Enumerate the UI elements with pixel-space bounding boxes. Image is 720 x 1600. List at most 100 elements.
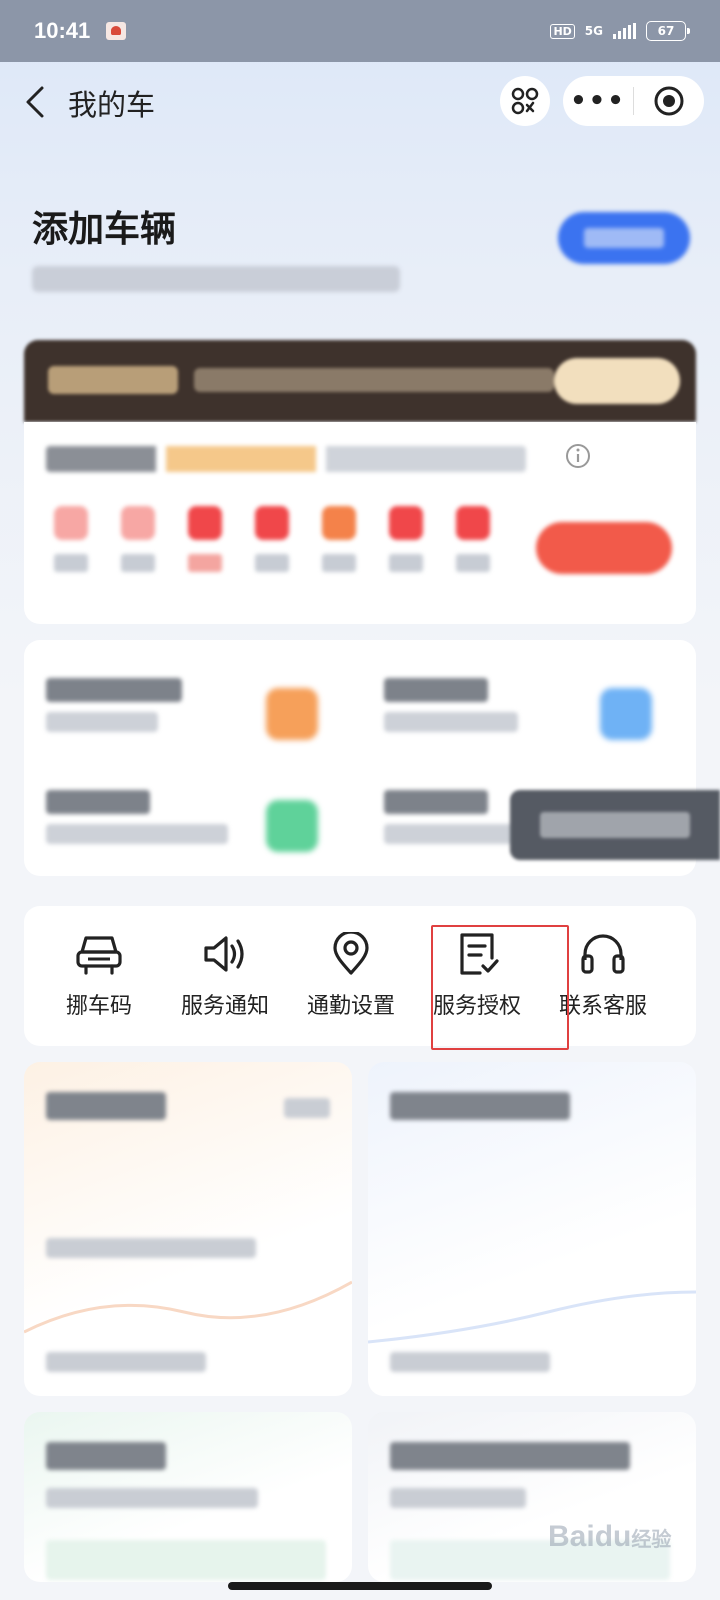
- signal-icon: [613, 23, 636, 39]
- day-label-blurred: [121, 554, 155, 572]
- fuel-price-card[interactable]: [24, 1062, 352, 1396]
- card-title-blurred: [390, 1442, 630, 1470]
- info-icon[interactable]: [564, 442, 592, 470]
- day-label-blurred: [456, 554, 490, 572]
- trend-wave-graphic: [24, 1280, 352, 1334]
- mini-program-capsule: •••: [563, 76, 704, 126]
- service-desc-blurred: [46, 712, 158, 732]
- status-time: 10:41: [34, 18, 91, 43]
- checkin-day: [322, 506, 356, 572]
- checkin-day: [456, 506, 490, 572]
- hd-badge: HD: [550, 23, 575, 39]
- add-vehicle-button[interactable]: [558, 212, 690, 264]
- checkin-day: [188, 506, 222, 572]
- trend-wave-graphic: [368, 1290, 696, 1344]
- quick-actions-card: 挪车码 服务通知 通勤设置 服务授权 联系客服: [24, 906, 696, 1046]
- card-banner-blurred: [46, 1540, 326, 1580]
- day-label-blurred: [255, 554, 289, 572]
- card-desc-blurred: [46, 1488, 258, 1508]
- checkin-card: [24, 422, 696, 624]
- promo-card[interactable]: [24, 1412, 352, 1582]
- location-pin-icon: [333, 932, 369, 975]
- watermark-brand: Bai: [548, 1520, 595, 1553]
- add-vehicle-subtitle-blurred: [32, 266, 400, 292]
- card-title-blurred: [46, 1442, 166, 1470]
- card-link-blurred: [390, 1352, 550, 1372]
- car-icon: [76, 936, 122, 975]
- quick-action-label: 挪车码: [65, 994, 132, 1019]
- quick-action-commute-settings[interactable]: 通勤设置: [288, 906, 414, 1046]
- status-bar: 10:41 HD 5G 67: [0, 0, 720, 62]
- vip-text-blurred: [194, 368, 554, 392]
- gift-icon: [255, 506, 289, 540]
- highlight-box: [431, 925, 569, 1050]
- gift-icon: [54, 506, 88, 540]
- page-title: 我的车: [68, 88, 156, 122]
- battery-level: 67: [657, 24, 675, 38]
- gift-icon: [121, 506, 155, 540]
- card-desc-blurred: [390, 1488, 526, 1508]
- checkin-day: [255, 506, 289, 572]
- service-item[interactable]: [384, 678, 518, 732]
- card-title-blurred: [390, 1092, 570, 1120]
- notification-icon: [106, 22, 127, 40]
- card-info-blurred: [46, 1238, 256, 1258]
- quick-action-label: 联系客服: [558, 994, 647, 1019]
- gift-icon: [456, 506, 490, 540]
- scan-icon: [511, 87, 539, 115]
- quick-action-label: 服务通知: [180, 994, 269, 1019]
- card-title-blurred: [46, 1092, 166, 1120]
- card-tag-blurred: [284, 1098, 330, 1118]
- service-desc-blurred: [46, 824, 228, 844]
- gift-icon: [322, 506, 356, 540]
- floating-tip-blurred[interactable]: [510, 790, 720, 860]
- day-label-blurred: [322, 554, 356, 572]
- watermark-suffix: 经验: [631, 1529, 672, 1551]
- quick-action-move-car[interactable]: 挪车码: [36, 906, 162, 1046]
- gift-icon: [389, 506, 423, 540]
- back-arrow-icon[interactable]: [22, 84, 52, 120]
- checkin-button[interactable]: [536, 522, 672, 574]
- target-icon: [654, 86, 684, 116]
- more-button[interactable]: •••: [563, 76, 633, 126]
- gift-icon: [188, 506, 222, 540]
- scan-button[interactable]: [500, 76, 550, 126]
- service-title-blurred: [46, 678, 182, 702]
- day-label-blurred: [389, 554, 423, 572]
- service-title-blurred: [384, 678, 488, 702]
- service-title-blurred: [384, 790, 488, 814]
- service-title-blurred: [46, 790, 150, 814]
- watermark: Baidu经验: [548, 1520, 671, 1554]
- vip-open-button[interactable]: [554, 358, 680, 404]
- service-icon: [266, 800, 318, 852]
- quick-action-label: 通勤设置: [306, 994, 395, 1019]
- checkin-day: [54, 506, 88, 572]
- service-icon: [600, 688, 652, 740]
- service-item[interactable]: [46, 790, 228, 844]
- parking-fee-card[interactable]: [368, 1062, 696, 1396]
- network-type: 5G: [584, 24, 603, 38]
- vip-badge-blurred: [48, 366, 178, 394]
- close-mini-program-button[interactable]: [634, 85, 704, 117]
- nav-bar: 我的车 •••: [0, 62, 720, 142]
- add-vehicle-title: 添加车辆: [32, 209, 177, 250]
- service-icon: [266, 688, 318, 740]
- car-care-card[interactable]: [368, 1412, 696, 1582]
- checkin-title-blurred: [46, 446, 526, 472]
- service-desc-blurred: [384, 824, 518, 844]
- vip-banner[interactable]: [24, 340, 696, 422]
- service-item[interactable]: [384, 790, 518, 844]
- battery-icon: 67: [646, 21, 690, 41]
- checkin-day: [389, 506, 423, 572]
- card-link-blurred: [46, 1352, 206, 1372]
- watermark-brand-tail: du: [594, 1520, 632, 1553]
- day-label-blurred: [54, 554, 88, 572]
- headset-icon: [581, 934, 625, 974]
- home-indicator[interactable]: [228, 1582, 492, 1590]
- service-desc-blurred: [384, 712, 518, 732]
- checkin-day: [121, 506, 155, 572]
- speaker-icon: [204, 936, 244, 972]
- status-indicators: HD 5G 67: [550, 21, 690, 41]
- quick-action-service-notice[interactable]: 服务通知: [162, 906, 288, 1046]
- service-item[interactable]: [46, 678, 182, 732]
